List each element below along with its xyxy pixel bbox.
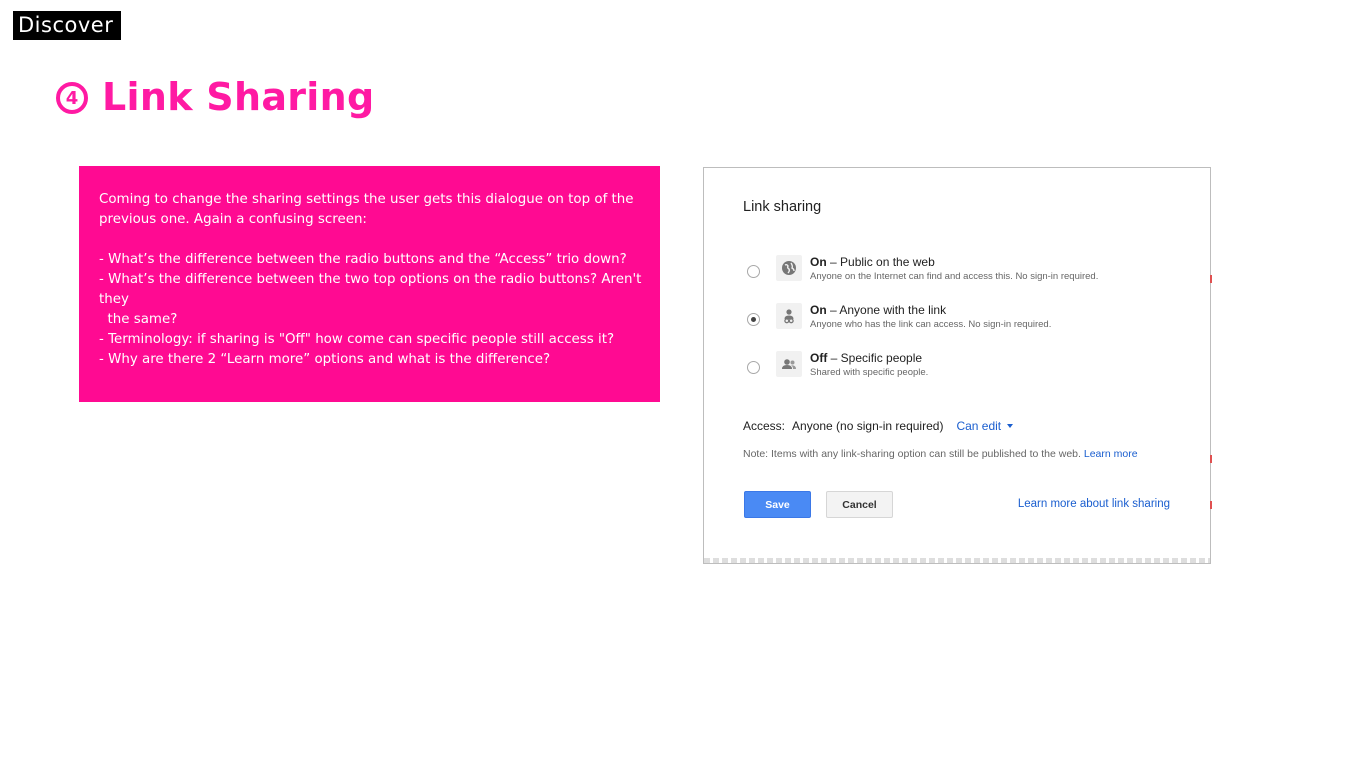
- radio-specific-people[interactable]: [747, 361, 760, 374]
- caret-down-icon: [1007, 424, 1014, 428]
- option-public-label: – Public on the web: [826, 255, 935, 269]
- access-label: Access:: [743, 419, 786, 433]
- link-sharing-dialog: Link sharing On – Public on the web Anyo…: [703, 167, 1212, 564]
- option-specific-state: Off: [810, 351, 828, 365]
- option-link-desc: Anyone who has the link can access. No s…: [810, 319, 1052, 330]
- dialog-title: Link sharing: [743, 199, 822, 215]
- note-point: - Terminology: if sharing is "Off" how c…: [99, 332, 615, 347]
- save-button[interactable]: Save: [744, 491, 811, 518]
- permission-dropdown[interactable]: Can edit: [956, 419, 1014, 433]
- page-title: 4 Link Sharing: [56, 72, 374, 122]
- option-specific-label: – Specific people: [827, 351, 923, 365]
- title-text: Link Sharing: [102, 75, 375, 119]
- people-icon: [776, 351, 802, 377]
- section-tag: Discover: [13, 11, 121, 40]
- option-specific-desc: Shared with specific people.: [810, 367, 929, 378]
- option-public-state: On: [810, 255, 827, 269]
- note-point: the same?: [99, 312, 178, 327]
- cancel-button[interactable]: Cancel: [826, 491, 893, 518]
- access-row: Access: Anyone (no sign-in required) Can…: [743, 419, 1014, 433]
- learn-more-link-sharing[interactable]: Learn more about link sharing: [1018, 498, 1170, 510]
- publish-note-text: Note: Items with any link-sharing option…: [743, 448, 1084, 460]
- note-point: - What’s the difference between the two …: [99, 272, 642, 307]
- option-public[interactable]: On – Public on the web Anyone on the Int…: [747, 255, 1098, 284]
- link-person-icon: [776, 303, 802, 329]
- note-point: - Why are there 2 “Learn more” options a…: [99, 352, 551, 367]
- option-link-state: On: [810, 303, 827, 317]
- access-value: Anyone (no sign-in required): [792, 419, 944, 433]
- option-anyone-with-link[interactable]: On – Anyone with the link Anyone who has…: [747, 303, 1051, 332]
- publish-note: Note: Items with any link-sharing option…: [743, 448, 1138, 460]
- step-number: 4: [56, 82, 88, 114]
- note-intro: Coming to change the sharing settings th…: [99, 192, 634, 227]
- commentary-box: Coming to change the sharing settings th…: [79, 166, 660, 402]
- option-link-label: – Anyone with the link: [826, 303, 947, 317]
- learn-more-link[interactable]: Learn more: [1084, 448, 1138, 460]
- underlying-page-edge: [704, 558, 1210, 563]
- option-public-desc: Anyone on the Internet can find and acce…: [810, 271, 1099, 282]
- option-specific-people[interactable]: Off – Specific people Shared with specif…: [747, 351, 928, 380]
- note-point: - What’s the difference between the radi…: [99, 252, 627, 267]
- radio-anyone-with-link[interactable]: [747, 313, 760, 326]
- permission-value: Can edit: [956, 419, 1002, 433]
- globe-icon: [776, 255, 802, 281]
- radio-public[interactable]: [747, 265, 760, 278]
